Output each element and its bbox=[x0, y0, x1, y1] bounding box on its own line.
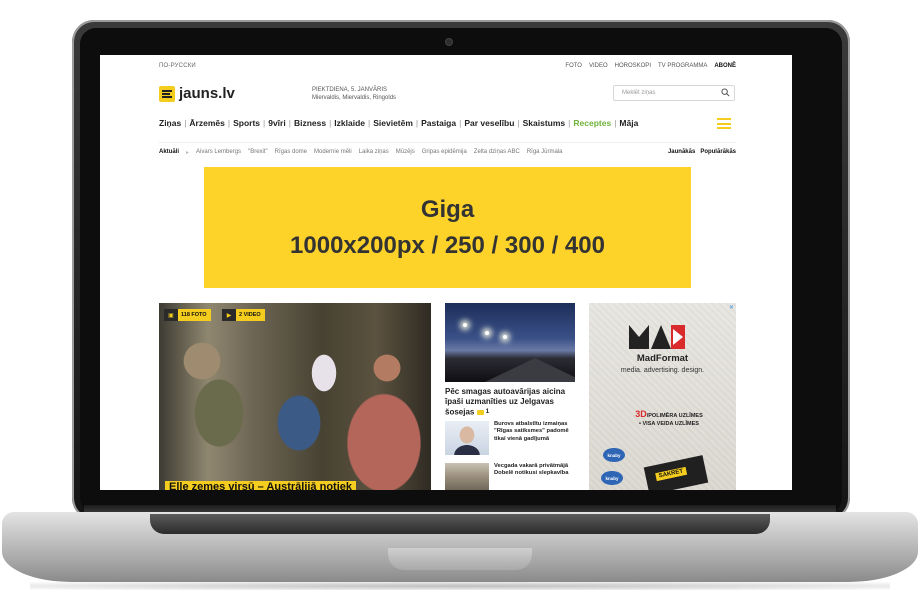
nav-item-maja[interactable]: Māja bbox=[619, 118, 638, 128]
side-ad[interactable]: ✕ MadFormat media. advertising. design. … bbox=[589, 303, 736, 490]
nav-item-zinas[interactable]: Ziņas bbox=[159, 118, 181, 128]
trending-item[interactable]: "Brexit" bbox=[248, 149, 268, 156]
nav-item-sports[interactable]: Sports bbox=[233, 118, 260, 128]
logo-text: jauns.lv bbox=[179, 85, 235, 102]
trending-bar: Aktuāli ▸ Aivars Lembergs "Brexit" Rīgas… bbox=[159, 149, 563, 156]
story-thumbnail bbox=[445, 463, 489, 490]
list-item[interactable]: Burovs atbalstītu izmaiņas "Rīgas satiks… bbox=[445, 421, 577, 455]
top-link-foto[interactable]: FOTO bbox=[565, 63, 582, 69]
trending-item[interactable]: Gripas epidēmija bbox=[422, 149, 467, 156]
story-headline: Burovs atbalstītu izmaiņas "Rīgas satiks… bbox=[494, 421, 569, 442]
nav-item-pastaiga[interactable]: Pastaiga bbox=[421, 118, 456, 128]
search-placeholder: Meklēt ziņas bbox=[622, 90, 656, 96]
logo-icon bbox=[159, 85, 175, 102]
laptop-keyboard-edge bbox=[150, 514, 770, 534]
camera-icon bbox=[446, 39, 452, 45]
ad-banner-sizes: 1000x200px / 250 / 300 / 400 bbox=[290, 231, 605, 259]
mid-story-title: Pēc smagas autoavārijas aicina īpaši uzm… bbox=[445, 387, 566, 417]
trending-item[interactable]: Aivars Lembergs bbox=[196, 149, 241, 156]
chevron-right-icon: ▸ bbox=[186, 150, 190, 156]
mid-story-photo[interactable] bbox=[445, 303, 575, 382]
video-count-badge[interactable]: ▶ 2 VIDEO bbox=[222, 309, 265, 321]
ad-product-text: 3D/POLIMĒRA UZLĪMES • VISA VEIDA UZLĪMES bbox=[635, 409, 703, 428]
main-story-photo bbox=[159, 303, 431, 490]
comment-icon bbox=[476, 409, 484, 415]
comment-count[interactable]: 1 bbox=[476, 407, 489, 417]
top-links: FOTO VIDEO HOROSKOPI TV PROGRAMMA ABONĒ bbox=[565, 63, 736, 69]
nav-item-sievietem[interactable]: Sievietēm bbox=[373, 118, 413, 128]
laptop-screen: ПО-РУССКИ FOTO VIDEO HOROSKOPI TV PROGRA… bbox=[100, 55, 792, 490]
nav-divider bbox=[159, 142, 736, 143]
nav-item-par-veselibu[interactable]: Par veselību bbox=[464, 118, 514, 128]
search-input[interactable]: Meklēt ziņas bbox=[613, 85, 735, 101]
laptop-shadow bbox=[30, 582, 890, 590]
street-lamp bbox=[463, 323, 467, 327]
ad-ticket: SAKRET bbox=[643, 455, 709, 490]
street-lamp bbox=[485, 331, 489, 335]
site-logo[interactable]: jauns.lv bbox=[159, 85, 235, 102]
road-shape bbox=[485, 358, 575, 382]
top-link-horoskopi[interactable]: HOROSKOPI bbox=[615, 63, 651, 69]
trending-item[interactable]: Mūzējs bbox=[396, 149, 415, 156]
ad-tagline: media. advertising. design. bbox=[620, 367, 705, 374]
play-icon: ▶ bbox=[222, 309, 236, 321]
date-block: PIEKTDIENA, 5. JANVĀRIS Miervaldis, Mier… bbox=[312, 86, 396, 102]
close-icon[interactable]: ✕ bbox=[729, 304, 734, 311]
main-story[interactable]: ▣ 118 FOTO ▶ 2 VIDEO Elle zemes virsū – … bbox=[159, 303, 431, 490]
search-icon[interactable] bbox=[721, 88, 730, 97]
main-story-headline[interactable]: Elle zemes virsū – Austrālijā notiek bbox=[165, 481, 357, 490]
nav-item-skaistums[interactable]: Skaistums bbox=[523, 118, 566, 128]
tab-popular[interactable]: Populārākās bbox=[700, 149, 736, 155]
top-link-tv[interactable]: TV PROGRAMMA bbox=[658, 63, 707, 69]
nav-item-9viri[interactable]: 9vīri bbox=[268, 118, 286, 128]
nav-item-izklaide[interactable]: Izklaide bbox=[334, 118, 365, 128]
mid-story-headline[interactable]: Pēc smagas autoavārijas aicina īpaši uzm… bbox=[445, 387, 581, 418]
menu-icon[interactable] bbox=[717, 118, 731, 129]
laptop-notch bbox=[388, 548, 532, 570]
story-headline: Vecgada vakarā privātmājā Dobelē notikus… bbox=[494, 463, 569, 477]
tab-newest[interactable]: Jaunākās bbox=[668, 149, 695, 155]
list-item[interactable]: Vecgada vakarā privātmājā Dobelē notikus… bbox=[445, 463, 577, 490]
ad-banner[interactable]: Giga 1000x200px / 250 / 300 / 400 bbox=[204, 167, 691, 288]
ad-banner-title: Giga bbox=[420, 195, 475, 223]
street-lamp bbox=[503, 335, 507, 339]
ad-brand: MadFormat bbox=[636, 353, 689, 364]
trending-item[interactable]: Laika ziņas bbox=[359, 149, 389, 156]
top-link-video[interactable]: VIDEO bbox=[589, 63, 608, 69]
camera-icon: ▣ bbox=[164, 309, 178, 321]
ad-sticker: knaby bbox=[603, 448, 625, 462]
madformat-logo-icon bbox=[629, 325, 685, 349]
trending-item[interactable]: Zelta dziņas ABC bbox=[474, 149, 520, 156]
trending-item[interactable]: Rīgas dome bbox=[275, 149, 307, 156]
top-bar: ПО-РУССКИ FOTO VIDEO HOROSKOPI TV PROGRA… bbox=[100, 55, 792, 77]
nav-item-arzemes[interactable]: Ārzemēs bbox=[189, 118, 224, 128]
main-nav: Ziņas | Ārzemēs | Sports | 9vīri | Bizness | … bbox=[159, 118, 639, 128]
subscribe-link[interactable]: ABONĒ bbox=[714, 63, 736, 69]
trending-item[interactable]: Modernie mēli bbox=[314, 149, 352, 156]
nav-item-bizness[interactable]: Bizness bbox=[294, 118, 326, 128]
name-days: Miervaldis, Miervaldis, Ringolds bbox=[312, 95, 397, 101]
language-link[interactable]: ПО-РУССКИ bbox=[159, 63, 196, 69]
photo-count-badge[interactable]: ▣ 118 FOTO bbox=[164, 309, 211, 321]
ad-sticker: knaby bbox=[601, 471, 623, 485]
sort-tabs: Jaunākās Populārākās bbox=[668, 149, 736, 155]
trending-label: Aktuāli bbox=[159, 149, 180, 155]
trending-item[interactable]: Rīga Jūrmala bbox=[527, 149, 563, 156]
story-thumbnail bbox=[445, 421, 489, 455]
nav-item-receptes[interactable]: Receptes bbox=[573, 118, 611, 128]
current-date: PIEKTDIENA, 5. JANVĀRIS bbox=[312, 87, 388, 93]
